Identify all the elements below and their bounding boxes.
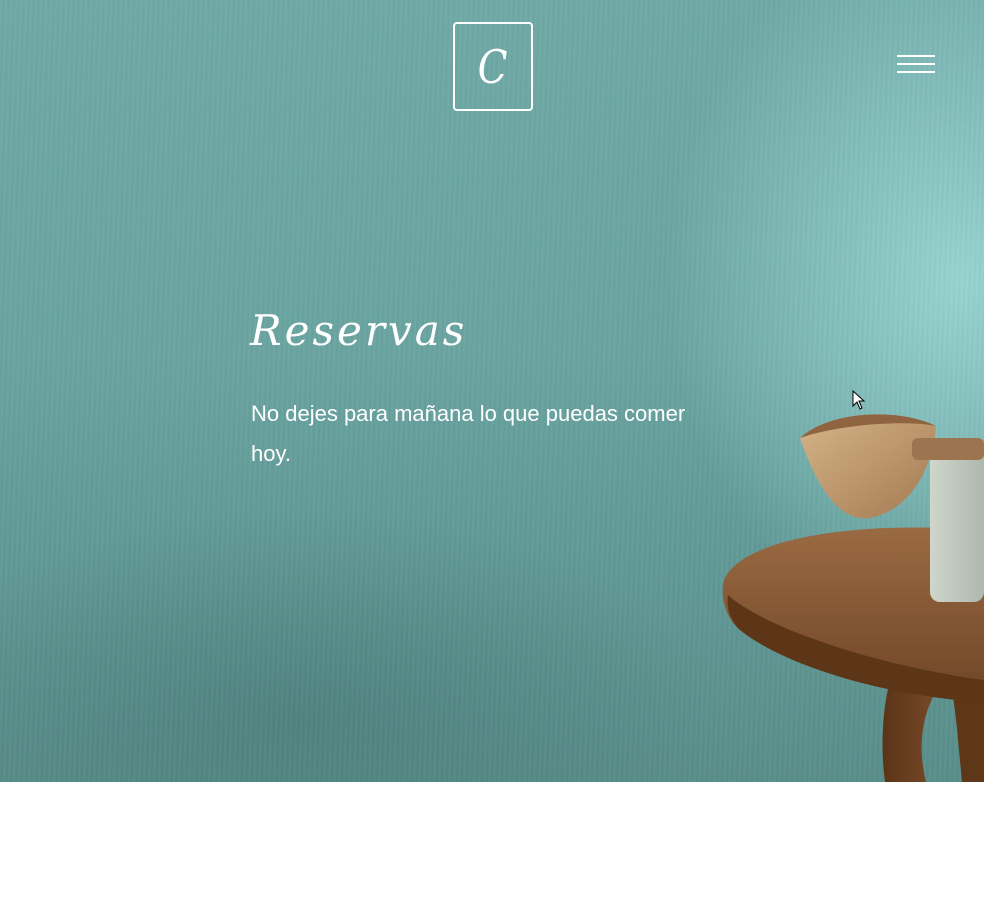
menu-line — [897, 63, 935, 65]
content-area — [0, 782, 984, 904]
logo-letter: C — [478, 39, 508, 94]
hero-title: Reservas — [250, 306, 468, 355]
table-with-bowl-and-jar-image — [722, 414, 984, 782]
menu-line — [897, 55, 935, 57]
hero-tagline: No dejes para mañana lo que puedas comer… — [251, 401, 686, 466]
hero-section: C Reservas No dejes para mañana lo que p… — [0, 0, 984, 782]
menu-button[interactable] — [895, 52, 937, 76]
page: C Reservas No dejes para mañana lo que p… — [0, 0, 984, 904]
site-logo[interactable]: C — [453, 22, 533, 111]
mouse-pointer-icon — [852, 390, 866, 410]
menu-line — [897, 71, 935, 73]
